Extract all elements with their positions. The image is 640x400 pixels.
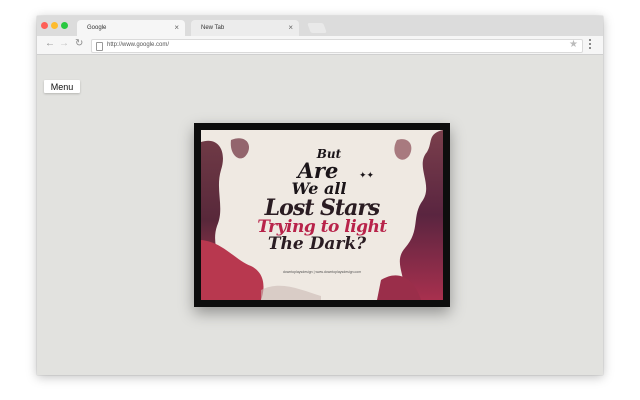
reload-icon[interactable]: ↻ [75, 38, 83, 49]
poster-frame: ✦✦ But Are We all Lost Stars Trying to l… [194, 123, 450, 307]
address-bar[interactable]: http://www.google.com/ ★ [91, 39, 583, 53]
url-text[interactable]: http://www.google.com/ [107, 42, 169, 48]
poster-line: Are [297, 158, 339, 183]
browser-window: Google × New Tab × ← → ↻ http://www.goog… [37, 16, 603, 375]
more-menu-icon[interactable] [589, 38, 592, 50]
menu-button[interactable]: Menu [44, 80, 80, 93]
page-icon [96, 42, 103, 51]
tab-google[interactable]: Google × [77, 20, 185, 36]
tab-close-icon[interactable]: × [288, 23, 293, 32]
poster-artwork: ✦✦ But Are We all Lost Stars Trying to l… [201, 130, 443, 300]
poster-quote: But Are We all Lost Stars Trying to ligh… [201, 148, 443, 253]
tab-title: Google [87, 25, 107, 31]
poster-line: The Dark? [267, 234, 367, 254]
minimize-window-icon[interactable] [51, 22, 58, 29]
poster-line: Lost Stars [264, 195, 381, 221]
bookmark-star-icon[interactable]: ★ [569, 39, 578, 50]
close-window-icon[interactable] [41, 22, 48, 29]
maximize-window-icon[interactable] [61, 22, 68, 29]
poster-credit: downtoplaysdesign | www.downtoplaysdesig… [282, 270, 362, 274]
forward-arrow-icon[interactable]: → [59, 38, 69, 49]
browser-toolbar: ← → ↻ http://www.google.com/ ★ [37, 36, 603, 55]
tab-close-icon[interactable]: × [174, 23, 179, 32]
tab-strip: Google × New Tab × [37, 16, 603, 36]
page-content: Menu ✦✦ But Are We all Lost Stars Trying… [37, 55, 603, 375]
back-arrow-icon[interactable]: ← [45, 38, 55, 49]
tab-title: New Tab [201, 25, 225, 31]
tab-new-tab[interactable]: New Tab × [191, 20, 299, 36]
new-tab-button[interactable] [307, 23, 327, 33]
